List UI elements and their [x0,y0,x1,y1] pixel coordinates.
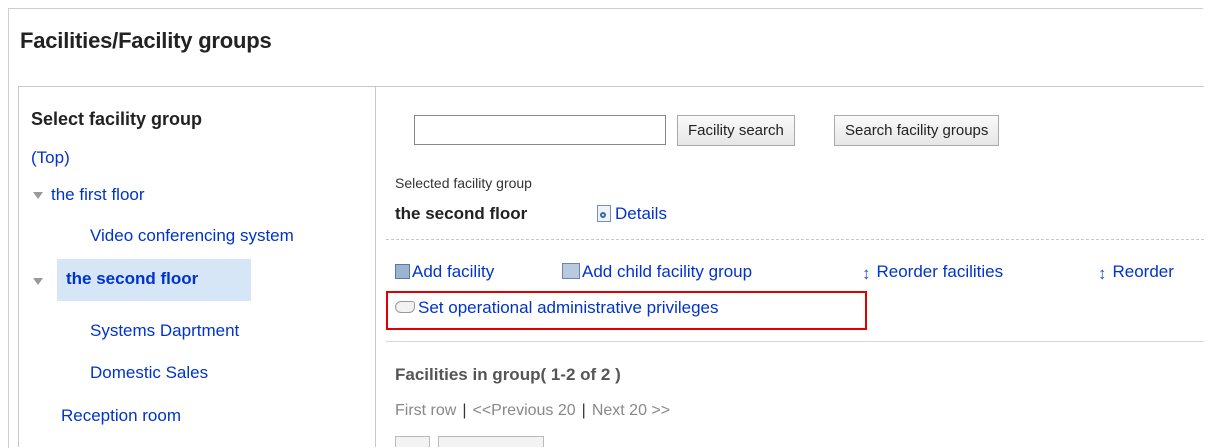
tree-node-label[interactable]: Video conferencing system [90,226,294,245]
add-facility-link[interactable]: Add facility [395,262,494,282]
add-child-group-link[interactable]: Add child facility group [562,262,752,282]
pagination: First row | <<Previous 20 | Next 20 >> [395,402,670,420]
list-button-partial[interactable] [395,436,430,447]
expand-triangle-icon[interactable] [33,278,43,286]
details-link[interactable]: Details [597,204,667,224]
page-title: Facilities/Facility groups [20,28,272,53]
sort-arrows-icon[interactable]: ↕ [1098,264,1107,284]
tree-node-label[interactable]: Systems Daprtment [90,321,239,340]
list-button-partial[interactable] [438,436,544,447]
group-detail-panel: Facility search Search facility groups S… [376,87,1204,447]
details-icon[interactable] [597,205,611,222]
reorder-facilities-label[interactable]: Reorder facilities [877,262,1004,281]
tree-node-reception-room[interactable]: Reception room [61,406,181,426]
expand-triangle-icon[interactable] [33,192,43,200]
set-privileges-label[interactable]: Set operational administrative privilege… [418,298,719,317]
reorder-facilities-link[interactable]: ↕ Reorder facilities [862,262,1003,284]
add-facility-label[interactable]: Add facility [412,262,494,281]
divider [386,341,1204,342]
tree-top-link[interactable]: (Top) [31,148,70,168]
tree-node-second-floor[interactable]: the second floor [57,259,251,301]
facility-group-tree: Select facility group (Top) the first fl… [19,87,376,447]
tree-node-systems-department[interactable]: Systems Daprtment [90,321,239,341]
tree-node-domestic-sales[interactable]: Domestic Sales [90,363,208,383]
divider [386,239,1204,240]
tree-node-label[interactable]: Domestic Sales [90,363,208,382]
set-privileges-link[interactable]: Set operational administrative privilege… [395,298,719,318]
reorder-groups-link[interactable]: ↕ Reorder [1098,262,1174,284]
tree-node-label[interactable]: the second floor [66,269,198,289]
facility-icon[interactable] [395,264,410,279]
search-facility-groups-button[interactable]: Search facility groups [834,115,1000,146]
tree-node-first-floor[interactable]: the first floor [33,185,145,205]
first-row-link: First row [395,402,457,419]
sort-arrows-icon[interactable]: ↕ [862,264,871,284]
add-child-group-label[interactable]: Add child facility group [582,262,752,281]
details-label[interactable]: Details [615,204,667,223]
facility-search-button[interactable]: Facility search [677,115,795,146]
pager-separator: | [581,402,586,419]
pager-separator: | [462,402,467,419]
facility-group-icon[interactable] [562,263,580,279]
search-input[interactable] [414,115,666,145]
previous-page-link: <<Previous 20 [472,402,576,419]
tree-node-toggle-second-floor[interactable] [33,271,51,291]
selected-group-name: the second floor [395,204,528,223]
tree-node-video-conferencing[interactable]: Video conferencing system [90,226,294,246]
selected-group-label: Selected facility group [395,175,532,191]
next-page-link: Next 20 >> [591,402,671,419]
tree-node-label[interactable]: the first floor [51,185,145,204]
content-panels: Select facility group (Top) the first fl… [18,86,1204,447]
tree-heading: Select facility group [31,109,203,129]
facilities-list-heading: Facilities in group( 1-2 of 2 ) [395,365,621,384]
reorder-groups-label[interactable]: Reorder [1113,262,1174,281]
privileges-hand-icon[interactable] [395,301,415,313]
tree-node-label[interactable]: Reception room [61,406,181,425]
